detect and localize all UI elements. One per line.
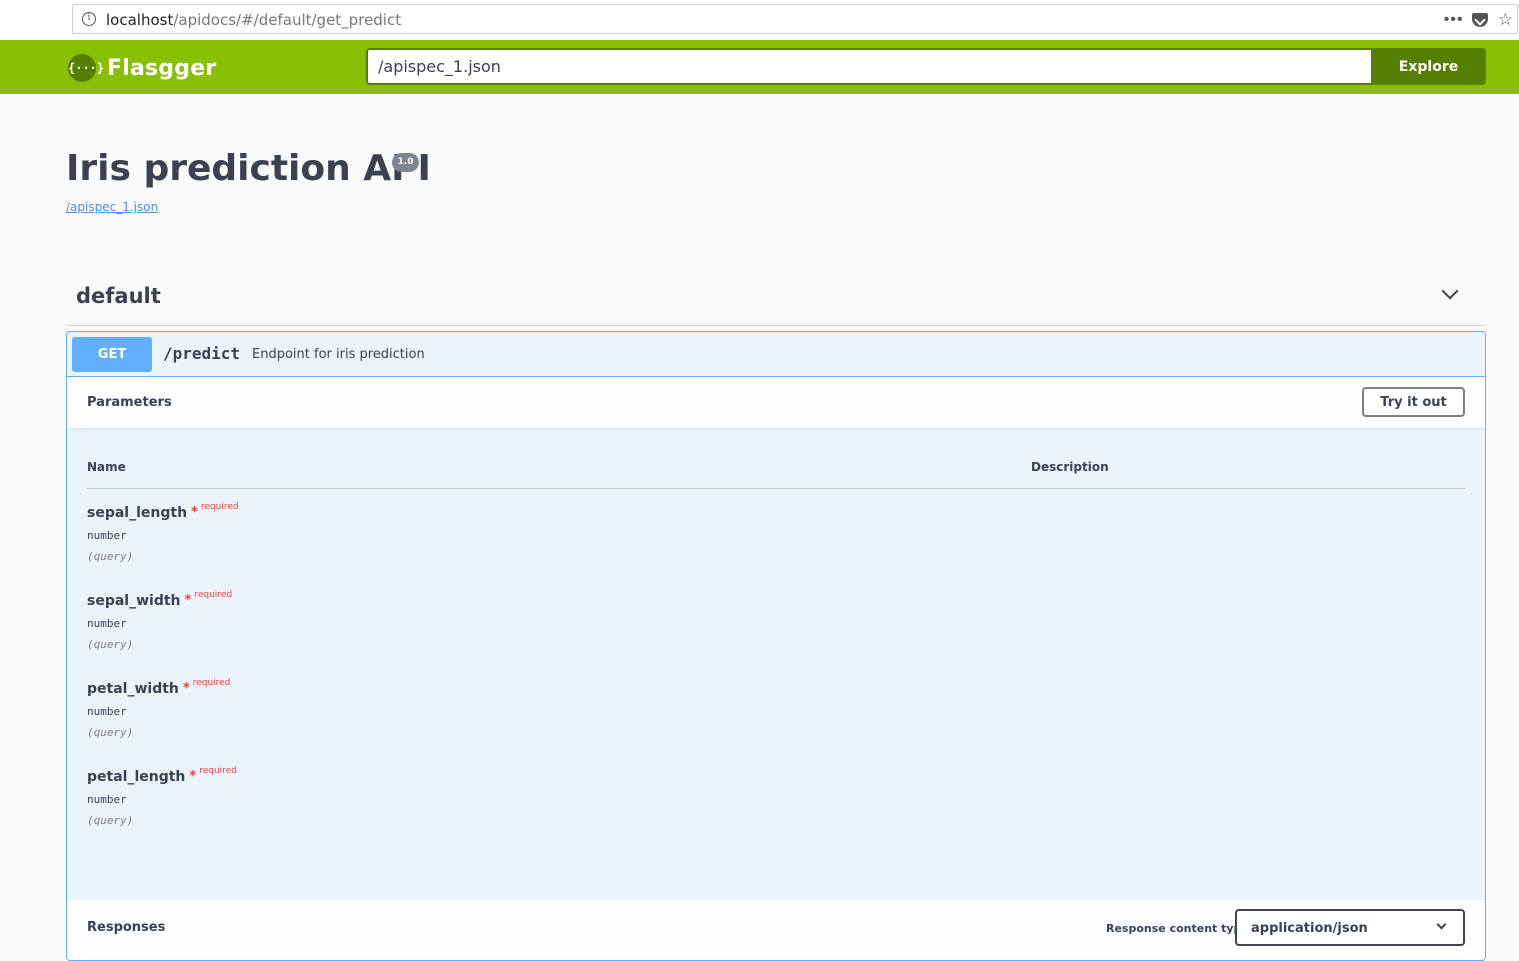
version-badge: 1.0 — [392, 153, 419, 172]
address-bar[interactable]: i localhost/apidocs/#/default/get_predic… — [72, 4, 1518, 34]
try-it-out-button[interactable]: Try it out — [1362, 387, 1465, 417]
content-type-select[interactable]: application/json — [1235, 909, 1465, 946]
method-badge: GET — [72, 337, 152, 372]
logo[interactable]: {···} Flasgger — [68, 54, 216, 82]
url-text[interactable]: localhost/apidocs/#/default/get_predict — [106, 11, 401, 29]
operation-summary: Endpoint for iris prediction — [252, 347, 425, 362]
parameters-header: Parameters Try it out — [67, 377, 1485, 428]
tag-header-default[interactable]: default — [66, 270, 1486, 326]
parameter-type: number — [87, 793, 127, 806]
content-type-label: Response content type — [1106, 922, 1249, 935]
required-star: * — [184, 593, 192, 608]
spec-url-input[interactable] — [366, 48, 1371, 85]
responses-title: Responses — [87, 920, 166, 935]
parameter-name: petal_length * required — [87, 766, 237, 785]
parameter-in: (query) — [87, 814, 134, 827]
info-icon[interactable]: i — [82, 12, 96, 26]
api-title: Iris prediction API — [66, 148, 431, 189]
url-path: /apidocs/#/default/get_predict — [173, 11, 402, 29]
parameters-title: Parameters — [87, 395, 172, 410]
parameter-row: petal_length * required number (query) — [87, 766, 237, 827]
required-star: * — [189, 769, 197, 784]
required-label: required — [199, 766, 237, 776]
tag-name: default — [76, 284, 161, 308]
parameter-name-text: petal_length — [87, 769, 186, 785]
explore-button[interactable]: Explore — [1371, 48, 1486, 85]
browser-toolbar: i localhost/apidocs/#/default/get_predic… — [0, 0, 1519, 40]
parameter-type: number — [87, 617, 127, 630]
column-header-description: Description — [1031, 460, 1109, 474]
logo-text: Flasgger — [107, 55, 217, 81]
required-label: required — [192, 678, 231, 688]
parameter-name-text: sepal_length — [87, 505, 188, 521]
required-star: * — [182, 681, 190, 696]
url-host: localhost — [106, 11, 174, 29]
parameter-name-text: sepal_width — [87, 593, 181, 609]
required-star: * — [191, 505, 198, 520]
column-header-name: Name — [87, 460, 126, 474]
topbar: {···} Flasgger Explore — [0, 40, 1519, 94]
opblock-get-predict: GET /predict Endpoint for iris predictio… — [66, 331, 1486, 961]
chevron-down-icon[interactable] — [1441, 282, 1459, 300]
parameter-in: (query) — [87, 550, 134, 563]
operation-path: /predict — [163, 344, 241, 363]
spec-link[interactable]: /apispec_1.json — [66, 200, 158, 214]
parameter-name: sepal_width * required — [87, 590, 232, 609]
parameter-type: number — [87, 705, 127, 718]
parameter-type: number — [87, 529, 127, 542]
parameter-name-text: petal_width — [87, 681, 179, 697]
star-icon[interactable]: ☆ — [1498, 10, 1513, 30]
dots-icon[interactable]: ••• — [1444, 11, 1463, 29]
parameter-name: sepal_length * required — [87, 502, 239, 521]
explore-form: Explore — [366, 48, 1486, 85]
divider — [87, 488, 1465, 489]
opblock-summary[interactable]: GET /predict Endpoint for iris predictio… — [67, 332, 1485, 377]
logo-icon: {···} — [68, 54, 104, 82]
content-type-value: application/json — [1251, 921, 1368, 936]
required-label: required — [200, 502, 239, 512]
url-actions: ••• ☆ — [1444, 9, 1513, 31]
chevron-down-icon — [1436, 919, 1447, 930]
parameter-row: sepal_width * required number (query) — [87, 590, 232, 651]
parameter-in: (query) — [87, 726, 134, 739]
required-label: required — [194, 590, 233, 600]
parameter-row: petal_width * required number (query) — [87, 678, 230, 739]
parameter-in: (query) — [87, 638, 134, 651]
parameter-name: petal_width * required — [87, 678, 230, 697]
pocket-icon[interactable] — [1471, 13, 1488, 27]
responses-header: Responses Response content type applicat… — [67, 900, 1485, 960]
parameter-row: sepal_length * required number (query) — [87, 502, 239, 563]
